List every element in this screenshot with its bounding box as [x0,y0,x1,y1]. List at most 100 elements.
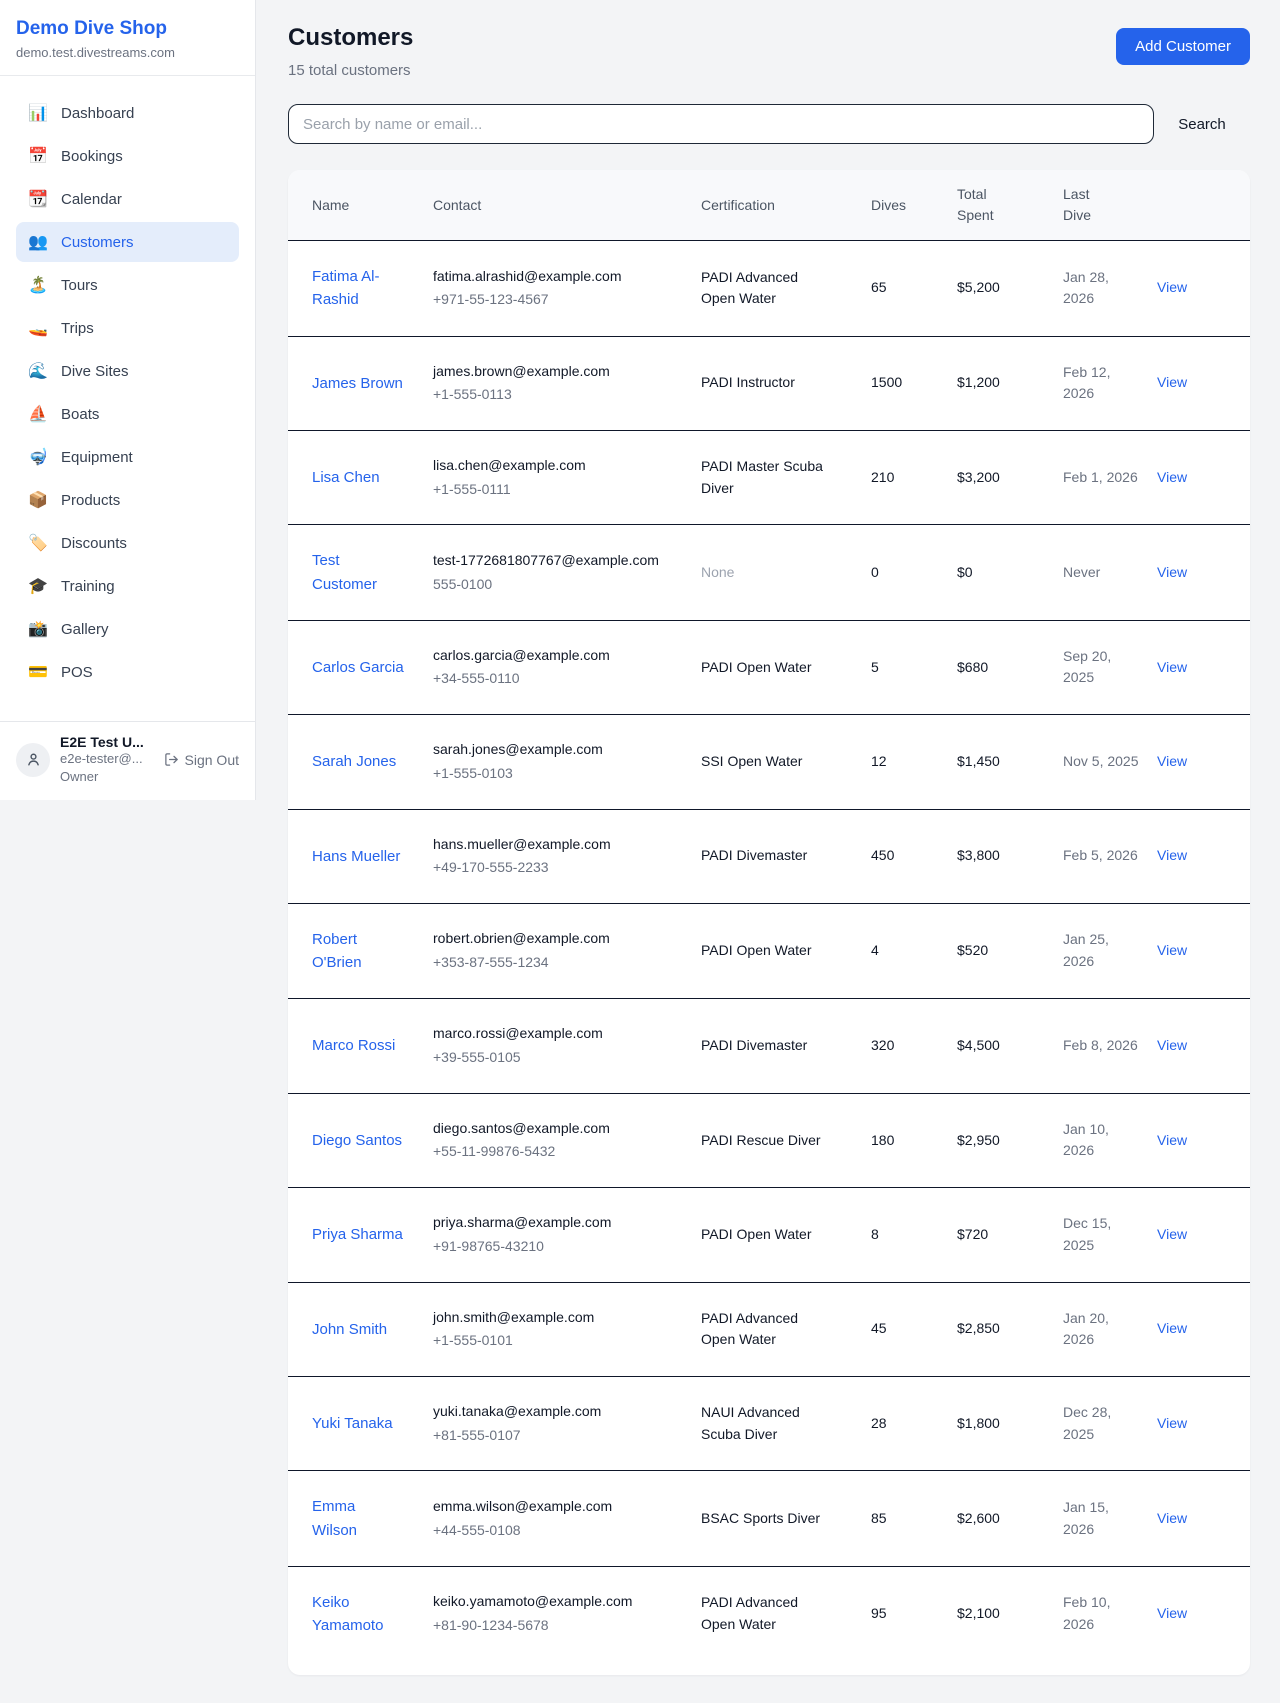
customer-total-spent: $1,450 [957,715,1063,809]
customer-email: james.brown@example.com [433,361,685,383]
customer-name-link[interactable]: Priya Sharma [312,1223,403,1246]
sidebar-item-gallery[interactable]: 📸 Gallery [16,609,239,649]
customer-total-spent: $4,500 [957,999,1063,1093]
customer-name-link[interactable]: Carlos Garcia [312,656,404,679]
customer-name-link[interactable]: Test Customer [312,549,404,596]
nav-icon: 👥 [28,232,48,252]
customer-name-link[interactable]: Lisa Chen [312,466,380,489]
customer-total-spent: $2,850 [957,1282,1063,1376]
sidebar-item-trips[interactable]: 🚤 Trips [16,308,239,348]
customer-total-spent: $720 [957,1188,1063,1282]
search-input[interactable] [288,104,1154,144]
customer-name-link[interactable]: Keiko Yamamoto [312,1591,404,1638]
customer-certification: PADI Rescue Diver [701,1130,821,1152]
view-link[interactable]: View [1157,469,1187,485]
sidebar-item-dashboard[interactable]: 📊 Dashboard [16,93,239,133]
customer-phone: +1-555-0103 [433,763,685,785]
sidebar-item-bookings[interactable]: 📅 Bookings [16,136,239,176]
table-row: Hans Mueller hans.mueller@example.com +4… [288,809,1250,903]
customer-name-link[interactable]: Sarah Jones [312,750,396,773]
nav-icon: 🏷️ [28,533,48,553]
customer-email: test-1772681807767@example.com [433,550,685,572]
customer-phone: +1-555-0111 [433,479,685,501]
nav-icon: 💳 [28,662,48,682]
view-link[interactable]: View [1157,942,1187,958]
customer-name-link[interactable]: Robert O'Brien [312,928,404,975]
customer-phone: +91-98765-43210 [433,1236,685,1258]
customer-count: 15 total customers [288,62,413,79]
view-link[interactable]: View [1157,1037,1187,1053]
page-title: Customers [288,24,413,52]
sidebar-item-boats[interactable]: ⛵ Boats [16,394,239,434]
view-link[interactable]: View [1157,753,1187,769]
customer-name-link[interactable]: Emma Wilson [312,1495,404,1542]
customer-certification: PADI Open Water [701,940,811,962]
customer-phone: +34-555-0110 [433,668,685,690]
sidebar-item-label: Tours [61,277,98,294]
add-customer-button[interactable]: Add Customer [1116,28,1250,65]
customer-phone: +1-555-0113 [433,384,685,406]
table-row: Yuki Tanaka yuki.tanaka@example.com +81-… [288,1376,1250,1470]
sidebar-item-label: Products [61,492,120,509]
view-link[interactable]: View [1157,1226,1187,1242]
customer-name-link[interactable]: Yuki Tanaka [312,1412,393,1435]
view-link[interactable]: View [1157,564,1187,580]
sidebar-item-equipment[interactable]: 🤿 Equipment [16,437,239,477]
customer-name-link[interactable]: Fatima Al-Rashid [312,265,404,312]
user-name: E2E Test U... [60,734,154,750]
customer-email: diego.santos@example.com [433,1118,685,1140]
customers-table: Name Contact Certification Dives Total S… [288,170,1250,1661]
customer-total-spent: $1,800 [957,1376,1063,1470]
sign-out-button[interactable]: Sign Out [164,752,239,768]
customer-certification: PADI Advanced Open Water [701,1592,823,1635]
sidebar-item-tours[interactable]: 🏝️ Tours [16,265,239,305]
sidebar-item-products[interactable]: 📦 Products [16,480,239,520]
user-email: e2e-tester@... [60,750,154,768]
customer-name-link[interactable]: James Brown [312,372,403,395]
sidebar-item-pos[interactable]: 💳 POS [16,652,239,692]
customer-name-link[interactable]: Diego Santos [312,1129,402,1152]
view-link[interactable]: View [1157,1415,1187,1431]
customer-dives: 180 [871,1093,957,1187]
table-row: Sarah Jones sarah.jones@example.com +1-5… [288,715,1250,809]
view-link[interactable]: View [1157,1510,1187,1526]
customer-name-link[interactable]: John Smith [312,1318,387,1341]
view-link[interactable]: View [1157,847,1187,863]
view-link[interactable]: View [1157,1605,1187,1621]
customer-name-link[interactable]: Hans Mueller [312,845,400,868]
view-link[interactable]: View [1157,1132,1187,1148]
sidebar-item-dive-sites[interactable]: 🌊 Dive Sites [16,351,239,391]
table-row: Lisa Chen lisa.chen@example.com +1-555-0… [288,430,1250,524]
customer-dives: 28 [871,1376,957,1470]
view-link[interactable]: View [1157,1320,1187,1336]
view-link[interactable]: View [1157,374,1187,390]
customer-phone: 555-0100 [433,574,685,596]
customer-dives: 5 [871,620,957,714]
sign-out-icon [164,752,179,767]
customer-total-spent: $2,100 [957,1566,1063,1661]
page-header: Customers 15 total customers Add Custome… [288,24,1250,79]
sidebar-item-label: Customers [61,234,134,251]
sidebar-item-training[interactable]: 🎓 Training [16,566,239,606]
table-row: Emma Wilson emma.wilson@example.com +44-… [288,1471,1250,1567]
customer-last-dive: Jan 28, 2026 [1063,241,1157,337]
sidebar-item-customers[interactable]: 👥 Customers [16,222,239,262]
view-link[interactable]: View [1157,659,1187,675]
customer-last-dive: Sep 20, 2025 [1063,620,1157,714]
customer-dives: 0 [871,525,957,621]
customer-email: yuki.tanaka@example.com [433,1401,685,1423]
customer-last-dive: Feb 5, 2026 [1063,809,1157,903]
user-avatar-icon [25,751,42,768]
sidebar-item-label: POS [61,664,93,681]
customer-certification: BSAC Sports Diver [701,1508,820,1530]
customer-total-spent: $1,200 [957,336,1063,430]
view-link[interactable]: View [1157,279,1187,295]
customer-name-link[interactable]: Marco Rossi [312,1034,395,1057]
sidebar-item-discounts[interactable]: 🏷️ Discounts [16,523,239,563]
search-button[interactable]: Search [1154,108,1250,141]
customer-dives: 45 [871,1282,957,1376]
customer-email: lisa.chen@example.com [433,455,685,477]
customer-email: emma.wilson@example.com [433,1496,685,1518]
nav-icon: ⛵ [28,404,48,424]
sidebar-item-calendar[interactable]: 📆 Calendar [16,179,239,219]
